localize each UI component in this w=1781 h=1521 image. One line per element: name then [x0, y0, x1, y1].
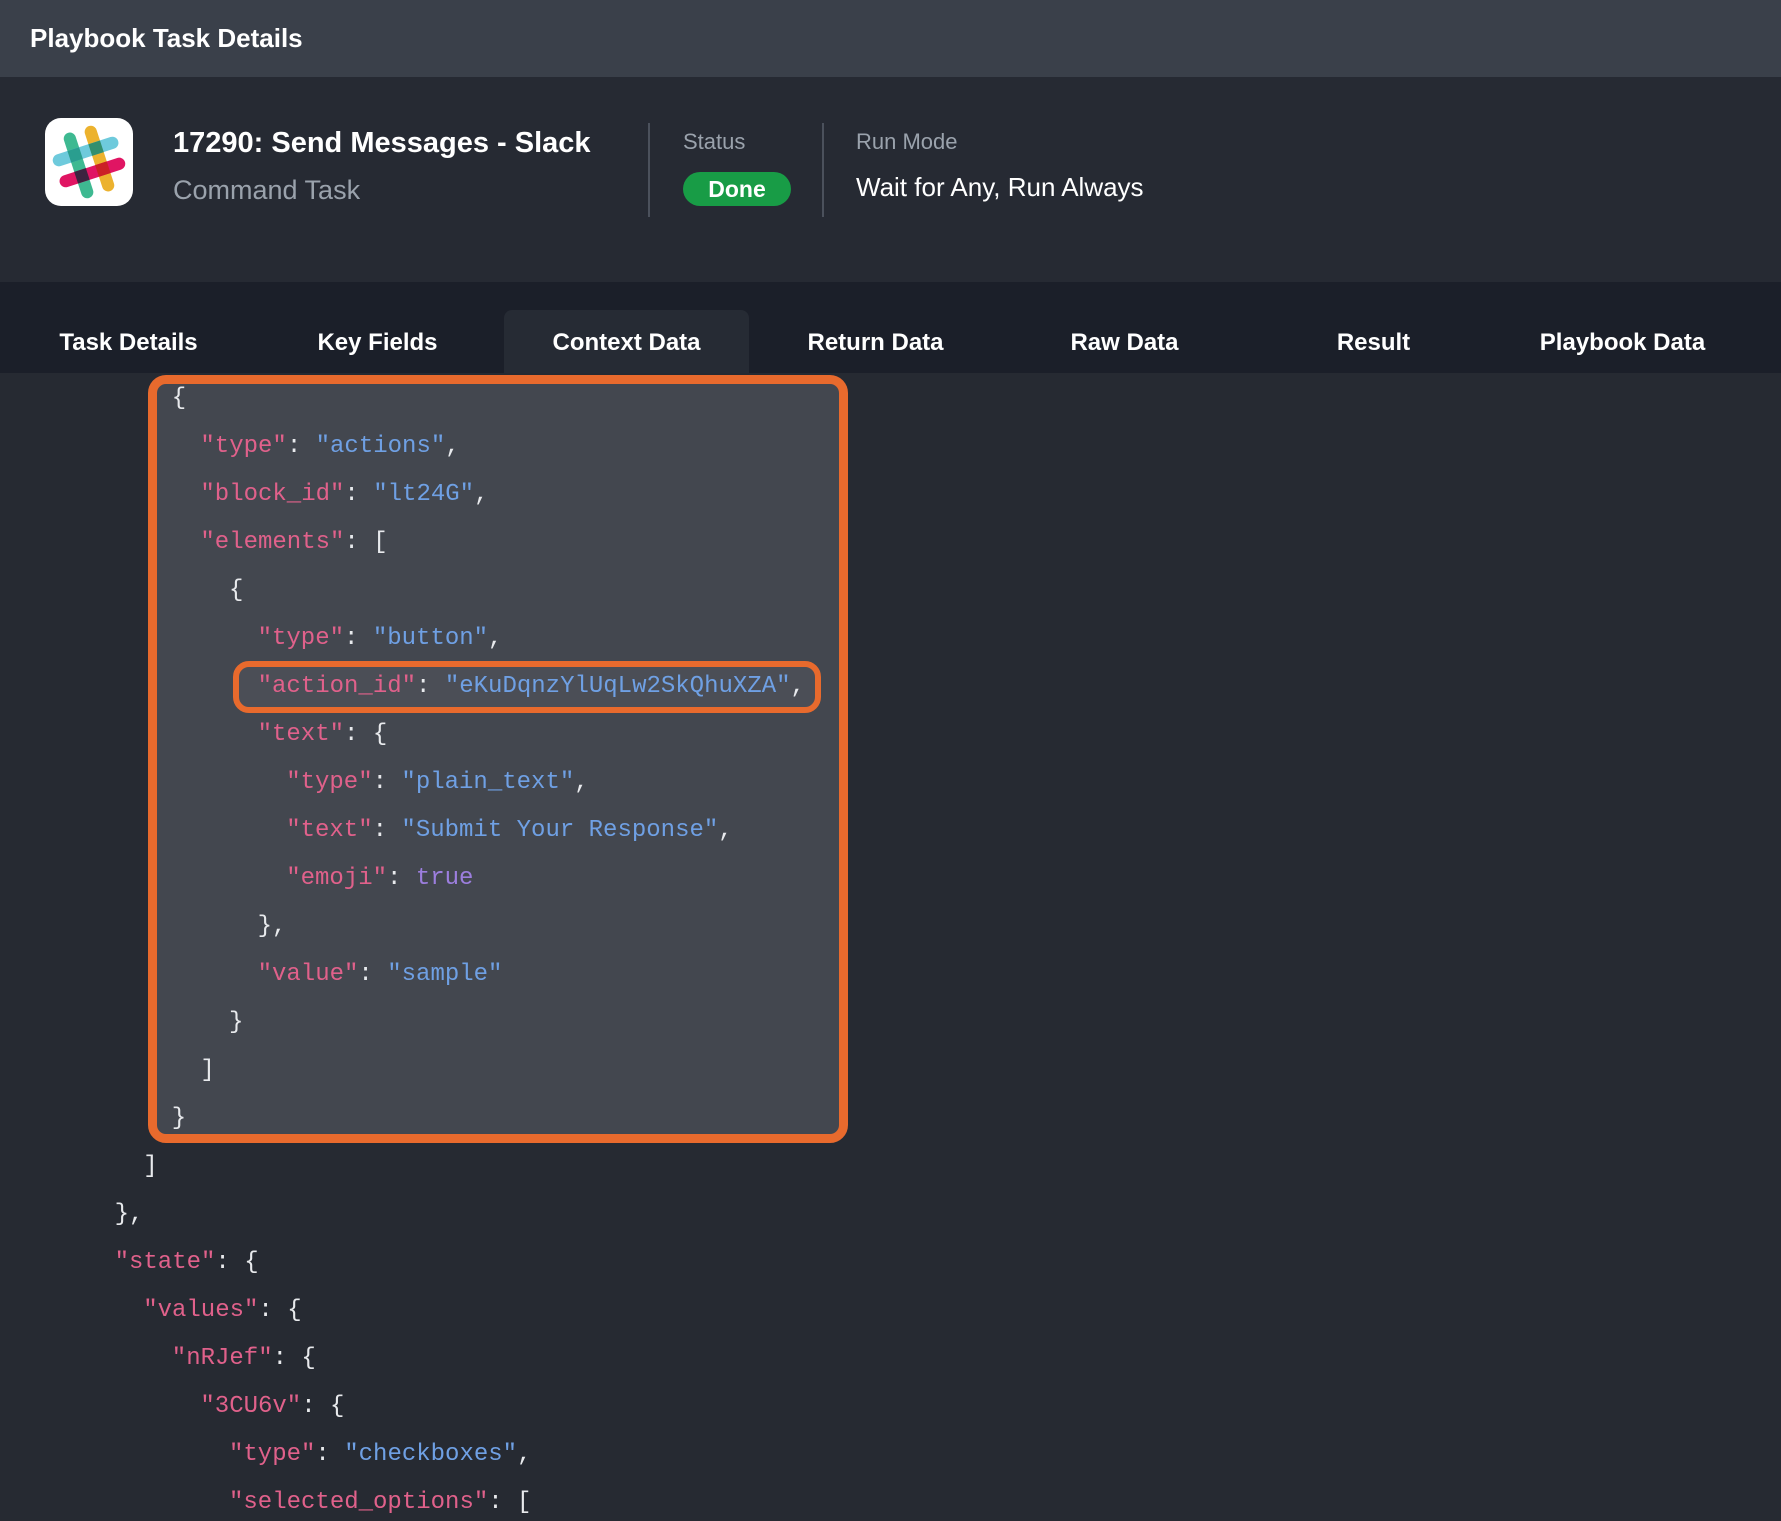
code-line: },: [0, 1191, 1781, 1239]
run-mode-label: Run Mode: [856, 128, 958, 156]
code-line: "text": "Submit Your Response",: [0, 807, 1781, 855]
code-line: {: [0, 567, 1781, 615]
tab-key-fields[interactable]: Key Fields: [253, 282, 502, 373]
code-line: "selected_options": [: [0, 1479, 1781, 1521]
code-line: "type": "checkboxes",: [0, 1431, 1781, 1479]
slack-icon: [45, 118, 133, 206]
task-header: 17290: Send Messages - Slack Command Tas…: [0, 77, 1781, 282]
divider: [822, 123, 824, 217]
page-title: Playbook Task Details: [30, 0, 303, 77]
code-line: }: [0, 1095, 1781, 1143]
divider: [648, 123, 650, 217]
code-line: },: [0, 903, 1781, 951]
code-line: "elements": [: [0, 519, 1781, 567]
status-badge: Done: [683, 172, 791, 206]
code-line: ]: [0, 1047, 1781, 1095]
tab-panel-context-data: {"type": "actions","block_id": "lt24G","…: [0, 373, 1781, 1521]
code-line: "values": {: [0, 1287, 1781, 1335]
code-line: {: [0, 375, 1781, 423]
run-mode-value: Wait for Any, Run Always: [856, 173, 1144, 201]
code-line: "3CU6v": {: [0, 1383, 1781, 1431]
json-code: {"type": "actions","block_id": "lt24G","…: [0, 375, 1781, 1521]
task-type-label: Command Task: [173, 174, 360, 206]
code-line: }: [0, 999, 1781, 1047]
code-line: "type": "plain_text",: [0, 759, 1781, 807]
tab-playbook-data[interactable]: Playbook Data: [1498, 282, 1747, 373]
code-line: "value": "sample": [0, 951, 1781, 999]
code-line: "text": {: [0, 711, 1781, 759]
detail-tabs: Task Details Key Fields Context Data Ret…: [0, 282, 1781, 373]
tab-task-details[interactable]: Task Details: [4, 282, 253, 373]
code-line: "nRJef": {: [0, 1335, 1781, 1383]
tab-result[interactable]: Result: [1249, 282, 1498, 373]
code-line: "block_id": "lt24G",: [0, 471, 1781, 519]
code-line: ]: [0, 1143, 1781, 1191]
tab-context-data[interactable]: Context Data: [502, 282, 751, 373]
code-line: "type": "actions",: [0, 423, 1781, 471]
top-bar: Playbook Task Details: [0, 0, 1781, 77]
tab-return-data[interactable]: Return Data: [751, 282, 1000, 373]
code-viewer[interactable]: {"type": "actions","block_id": "lt24G","…: [0, 375, 1781, 1521]
status-label: Status: [683, 128, 745, 156]
code-line: "action_id": "eKuDqnzYlUqLw2SkQhuXZA",: [0, 663, 1781, 711]
code-line: "emoji": true: [0, 855, 1781, 903]
task-name: 17290: Send Messages - Slack: [173, 127, 591, 159]
code-line: "state": {: [0, 1239, 1781, 1287]
code-line: "type": "button",: [0, 615, 1781, 663]
tab-raw-data[interactable]: Raw Data: [1000, 282, 1249, 373]
